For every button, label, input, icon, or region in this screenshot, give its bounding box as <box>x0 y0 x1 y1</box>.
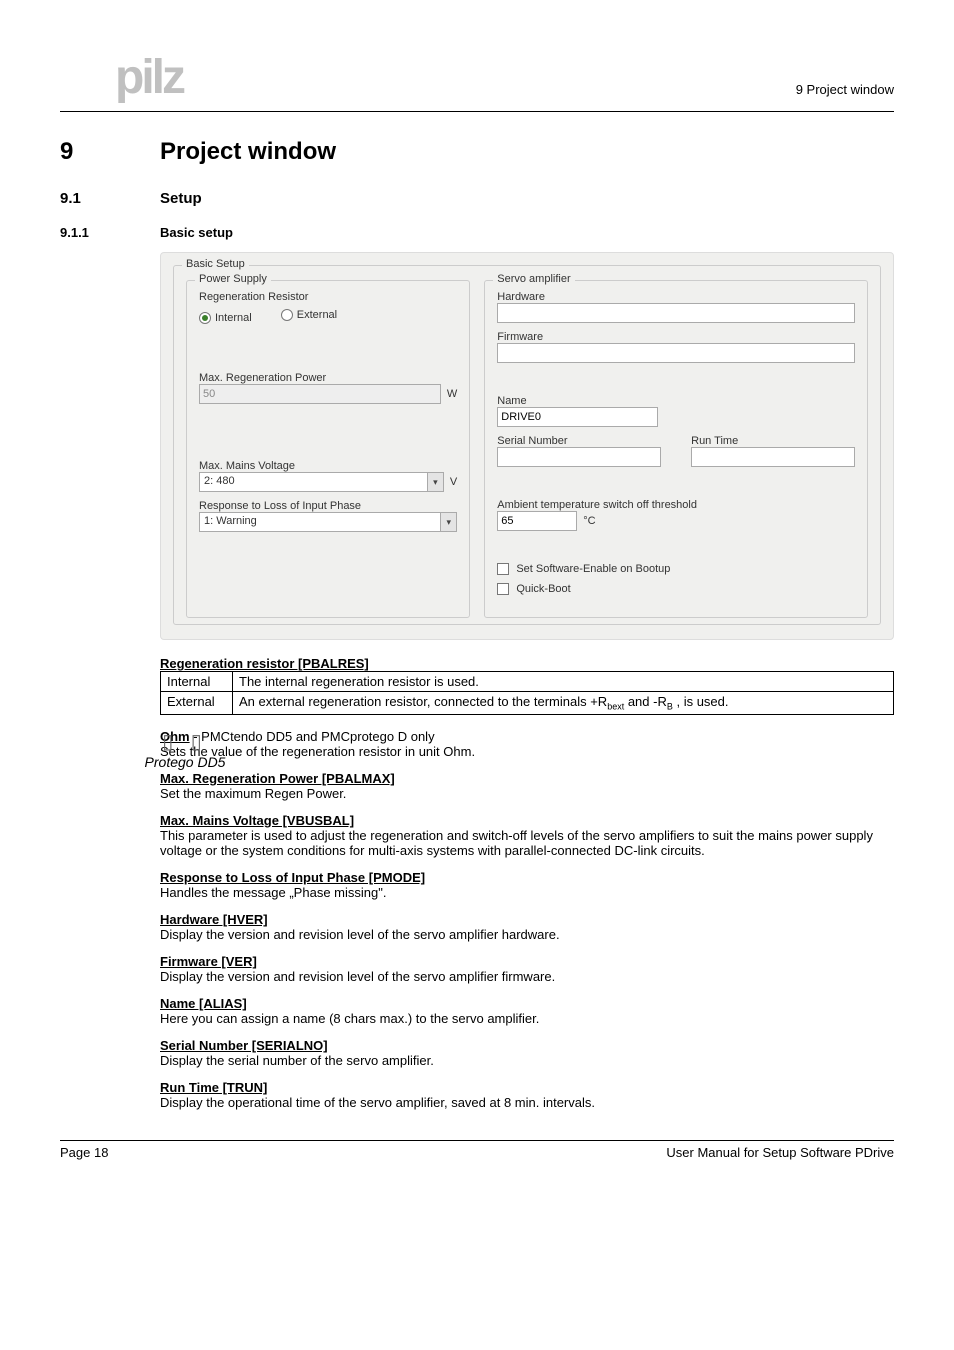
basic-setup-panel: Basic Setup Power Supply Regeneration Re… <box>160 252 894 640</box>
footer-title: User Manual for Setup Software PDrive <box>666 1145 894 1160</box>
checkbox-icon <box>497 563 509 575</box>
select-value: 2: 480 <box>200 473 427 491</box>
firmware-label: Firmware <box>497 331 855 343</box>
chevron-down-icon: ▾ <box>440 513 456 531</box>
checkbox-icon <box>497 583 509 595</box>
trun-heading: Run Time [TRUN] <box>160 1080 894 1095</box>
servo-amp-legend: Servo amplifier <box>493 273 574 285</box>
hver-text: Display the version and revision level o… <box>160 927 894 942</box>
response-loss-select[interactable]: 1: Warning ▾ <box>199 512 457 532</box>
max-mains-select[interactable]: 2: 480 ▾ <box>199 472 444 492</box>
max-mains-label: Max. Mains Voltage <box>199 460 457 472</box>
section-number: 9 <box>60 138 160 166</box>
table-cell: An external regeneration resistor, conne… <box>233 692 894 715</box>
ver-heading: Firmware [VER] <box>160 954 894 969</box>
page-title: Project window <box>160 138 894 166</box>
section-title: Basic setup <box>160 225 894 240</box>
footer-page: Page 18 <box>60 1145 108 1160</box>
ambient-input[interactable] <box>497 511 577 531</box>
serial-input[interactable] <box>497 447 661 467</box>
ambient-label: Ambient temperature switch off threshold <box>497 499 855 511</box>
regen-heading: Regeneration resistor [PBALRES] <box>160 656 894 671</box>
mains-text: This parameter is used to adjust the reg… <box>160 828 894 858</box>
response-loss-label: Response to Loss of Input Phase <box>199 500 457 512</box>
runtime-label: Run Time <box>691 435 855 447</box>
hardware-input[interactable] <box>497 303 855 323</box>
max-regen-power-input[interactable] <box>199 384 441 404</box>
serial-label: Serial Number <box>497 435 661 447</box>
trun-text: Display the operational time of the serv… <box>160 1095 894 1110</box>
table-cell: The internal regeneration resistor is us… <box>233 672 894 692</box>
header-divider <box>60 111 894 112</box>
maxregen-text: Set the maximum Regen Power. <box>160 786 894 801</box>
max-regen-power-label: Max. Regeneration Power <box>199 372 457 384</box>
logo-text: Protego DD5 <box>130 754 240 770</box>
unit-label: V <box>450 476 457 488</box>
serial-heading: Serial Number [SERIALNO] <box>160 1038 894 1053</box>
select-value: 1: Warning <box>200 513 440 531</box>
radio-label: Internal <box>215 312 252 324</box>
protego-dd5-logo: ▯ ▯ Protego DD5 <box>130 729 240 770</box>
hardware-label: Hardware <box>497 291 855 303</box>
serial-text: Display the serial number of the servo a… <box>160 1053 894 1068</box>
regen-external-radio[interactable]: External <box>281 309 337 321</box>
regen-internal-radio[interactable]: Internal <box>199 312 252 324</box>
table-row: Internal The internal regeneration resis… <box>161 672 894 692</box>
alias-text: Here you can assign a name (8 chars max.… <box>160 1011 894 1026</box>
regen-table: Internal The internal regeneration resis… <box>160 671 894 715</box>
mains-heading: Max. Mains Voltage [VBUSBAL] <box>160 813 894 828</box>
checkbox-label: Set Software-Enable on Bootup <box>516 563 670 575</box>
alias-heading: Name [ALIAS] <box>160 996 894 1011</box>
regen-resistor-label: Regeneration Resistor <box>199 291 457 303</box>
section-number: 9.1.1 <box>60 225 160 240</box>
unit-label: W <box>447 388 457 400</box>
runtime-input[interactable] <box>691 447 855 467</box>
radio-circle-icon <box>281 309 293 321</box>
section-title: Setup <box>160 190 894 207</box>
pmode-heading: Response to Loss of Input Phase [PMODE] <box>160 870 894 885</box>
radio-dot-icon <box>199 312 211 324</box>
table-cell: Internal <box>161 672 233 692</box>
chip-icon: ▯ ▯ <box>130 729 240 754</box>
name-input[interactable] <box>497 407 658 427</box>
maxregen-heading: Max. Regeneration Power [PBALMAX] <box>160 771 894 786</box>
breadcrumb: 9 Project window <box>796 82 894 97</box>
radio-label: External <box>297 309 337 321</box>
power-supply-legend: Power Supply <box>195 273 271 285</box>
hver-heading: Hardware [HVER] <box>160 912 894 927</box>
unit-label: °C <box>583 515 595 527</box>
pmode-text: Handles the message „Phase missing". <box>160 885 894 900</box>
sw-enable-checkbox[interactable]: Set Software-Enable on Bootup <box>497 563 670 575</box>
table-row: External An external regeneration resist… <box>161 692 894 715</box>
fieldset-legend: Basic Setup <box>182 258 249 270</box>
quick-boot-checkbox[interactable]: Quick-Boot <box>497 583 570 595</box>
checkbox-label: Quick-Boot <box>516 583 570 595</box>
table-cell: External <box>161 692 233 715</box>
firmware-input[interactable] <box>497 343 855 363</box>
ver-text: Display the version and revision level o… <box>160 969 894 984</box>
section-number: 9.1 <box>60 190 160 207</box>
chevron-down-icon: ▾ <box>427 473 443 491</box>
name-label: Name <box>497 395 855 407</box>
brand-logo: pilz <box>115 50 894 105</box>
